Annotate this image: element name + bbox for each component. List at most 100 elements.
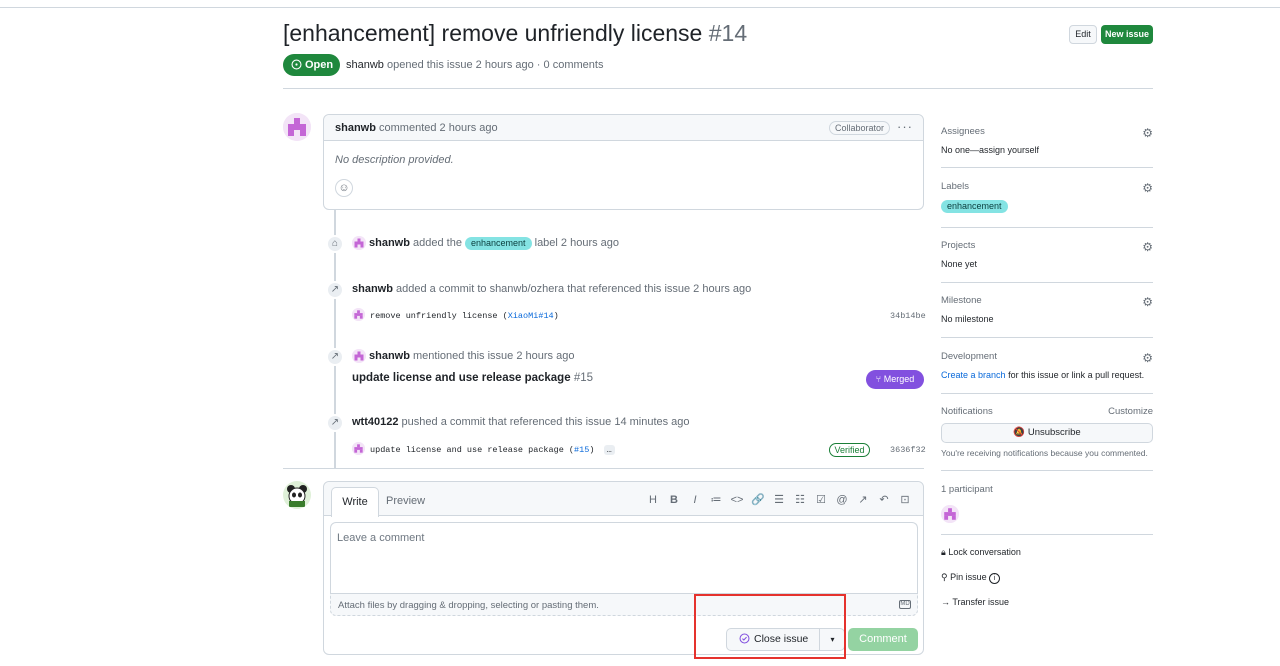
italic-icon[interactable]: I [688, 494, 702, 507]
development-value: Create a branch for this issue or link a… [941, 370, 1153, 380]
issue-open-icon [291, 59, 302, 70]
enhancement-label[interactable]: enhancement [465, 237, 532, 250]
issue-body-comment: shanwb commented 2 hours ago Collaborato… [323, 114, 924, 210]
composer-tabbar: Write Preview H B I ≔ <> 🔗 ☰ ☷ ☑ @ ↗ ↶ ⊡ [324, 482, 923, 517]
comment-author-line: shanwb commented 2 hours ago [335, 122, 498, 134]
milestone-heading: Milestone [941, 295, 982, 306]
commit-avatar[interactable] [352, 442, 365, 455]
projects-value: None yet [941, 259, 978, 269]
task-list-icon[interactable]: ☑ [814, 494, 828, 507]
pr-number[interactable]: #15 [574, 372, 593, 384]
sidebar-divider [941, 470, 1153, 471]
issue-author-link[interactable]: shanwb [346, 59, 384, 71]
issue-number: #14 [708, 20, 748, 46]
event-text: added the [413, 237, 462, 249]
pr-title[interactable]: update license and use release package [352, 372, 571, 384]
commit-issue-link[interactable]: XiaoMi#14 [508, 311, 554, 321]
sidebar-development[interactable]: Development Create a branch for this iss… [941, 351, 1153, 380]
merged-badge: ⑂ Merged [866, 370, 924, 389]
commit-sha[interactable]: 3636f32 [890, 445, 926, 455]
actor-avatar[interactable] [352, 349, 366, 363]
comment-menu-button[interactable]: ··· [897, 119, 913, 134]
reference-icon[interactable]: ↗ [856, 494, 870, 507]
edit-button[interactable]: Edit [1069, 25, 1097, 44]
event-actor-link[interactable]: shanwb [352, 283, 393, 295]
add-reaction-button[interactable]: ☺ [335, 179, 353, 197]
transfer-issue-link[interactable]: → Transfer issue [941, 597, 1009, 607]
merge-icon: ⑂ [875, 374, 882, 384]
gear-icon[interactable]: ⚙ [1142, 181, 1153, 195]
markdown-icon[interactable]: MD [899, 600, 911, 609]
assignees-value[interactable]: No one—assign yourself [941, 145, 1153, 155]
pin-issue-link[interactable]: ⚲ Pin issue i [941, 572, 1001, 584]
commit-pr-link[interactable]: #15 [574, 445, 589, 455]
unsubscribe-button[interactable]: 🔕 Unsubscribe [941, 423, 1153, 443]
gear-icon[interactable]: ⚙ [1142, 295, 1153, 309]
commit-message[interactable]: remove unfriendly license (XiaoMi#14) [370, 311, 559, 321]
event-text: mentioned this issue 2 hours ago [413, 350, 575, 362]
event-actor-link[interactable]: shanwb [369, 237, 410, 249]
create-branch-link[interactable]: Create a branch [941, 370, 1006, 380]
comment-textarea[interactable]: Leave a comment [330, 522, 918, 593]
code-icon[interactable]: <> [730, 494, 744, 507]
comment-body: No description provided. [335, 154, 454, 166]
new-issue-button[interactable]: New issue [1101, 25, 1153, 44]
cross-reference-icon: ↗ [326, 414, 344, 432]
gear-icon[interactable]: ⚙ [1142, 126, 1153, 140]
expand-commit-button[interactable]: … [603, 445, 615, 455]
saved-reply-icon[interactable]: ↶ [877, 494, 891, 507]
commit-avatar[interactable] [352, 308, 365, 321]
actor-avatar[interactable] [352, 236, 366, 250]
bold-icon[interactable]: B [667, 494, 681, 507]
timeline-divider [283, 468, 924, 469]
projects-heading: Projects [941, 240, 976, 251]
milestone-value: No milestone [941, 314, 994, 324]
customize-link[interactable]: Customize [1108, 406, 1153, 417]
tab-preview[interactable]: Preview [386, 495, 425, 507]
commit-message-text[interactable]: update license and use release package ( [370, 445, 574, 455]
pin-label: Pin issue [950, 572, 987, 582]
enhancement-label[interactable]: enhancement [941, 200, 1008, 213]
commit-sha[interactable]: 34b14be [890, 311, 926, 321]
verified-badge[interactable]: Verified [829, 443, 870, 457]
commit-message[interactable]: update license and use release package (… [370, 445, 615, 455]
unordered-list-icon[interactable]: ☰ [772, 494, 786, 507]
ordered-list-icon[interactable]: ☷ [793, 494, 807, 507]
comment-author-link[interactable]: shanwb [335, 122, 376, 134]
markdown-toolbar: H B I ≔ <> 🔗 ☰ ☷ ☑ @ ↗ ↶ ⊡ [646, 494, 912, 507]
commit-message-close: ) [589, 445, 595, 455]
sidebar-labels[interactable]: Labels enhancement ⚙ [941, 181, 1153, 213]
sidebar-projects[interactable]: Projects None yet ⚙ [941, 240, 1153, 269]
info-icon[interactable]: i [989, 573, 1001, 584]
pr-link[interactable]: update license and use release package #… [352, 372, 593, 384]
sidebar-milestone[interactable]: Milestone No milestone ⚙ [941, 295, 1153, 324]
author-avatar[interactable] [283, 113, 311, 141]
header-divider [283, 88, 1153, 89]
assignees-heading: Assignees [941, 126, 985, 137]
tab-write[interactable]: Write [331, 487, 379, 517]
comment-time[interactable]: commented 2 hours ago [379, 122, 498, 134]
sidebar-assignees[interactable]: Assignees No one—assign yourself ⚙ [941, 126, 1153, 155]
issue-opened-text: opened this issue 2 hours ago · 0 commen… [386, 59, 604, 71]
merged-label: Merged [883, 374, 915, 384]
current-user-avatar[interactable] [283, 481, 311, 509]
development-heading: Development [941, 351, 997, 362]
collaborator-badge: Collaborator [829, 121, 891, 135]
event-actor-link[interactable]: wtt40122 [352, 416, 398, 428]
event-actor-link[interactable]: shanwb [369, 350, 410, 362]
gear-icon[interactable]: ⚙ [1142, 240, 1153, 254]
comment-button[interactable]: Comment [848, 628, 918, 651]
event-text: added a commit to shanwb/ozhera that ref… [396, 283, 752, 295]
sidebar-participants: 1 participant [941, 484, 1153, 495]
development-rest: for this issue or link a pull request. [1008, 370, 1145, 380]
link-icon[interactable]: 🔗 [751, 494, 765, 507]
gear-icon[interactable]: ⚙ [1142, 351, 1153, 365]
mention-icon[interactable]: @ [835, 494, 849, 507]
participant-avatar[interactable] [941, 505, 959, 523]
lock-icon: 🔒︎ [941, 547, 946, 557]
quote-icon[interactable]: ≔ [709, 494, 723, 507]
commit-message-text[interactable]: remove unfriendly license ( [370, 311, 508, 321]
lock-conversation-link[interactable]: 🔒︎ Lock conversation [941, 547, 1021, 558]
heading-icon[interactable]: H [646, 494, 660, 507]
fullscreen-icon[interactable]: ⊡ [898, 494, 912, 507]
